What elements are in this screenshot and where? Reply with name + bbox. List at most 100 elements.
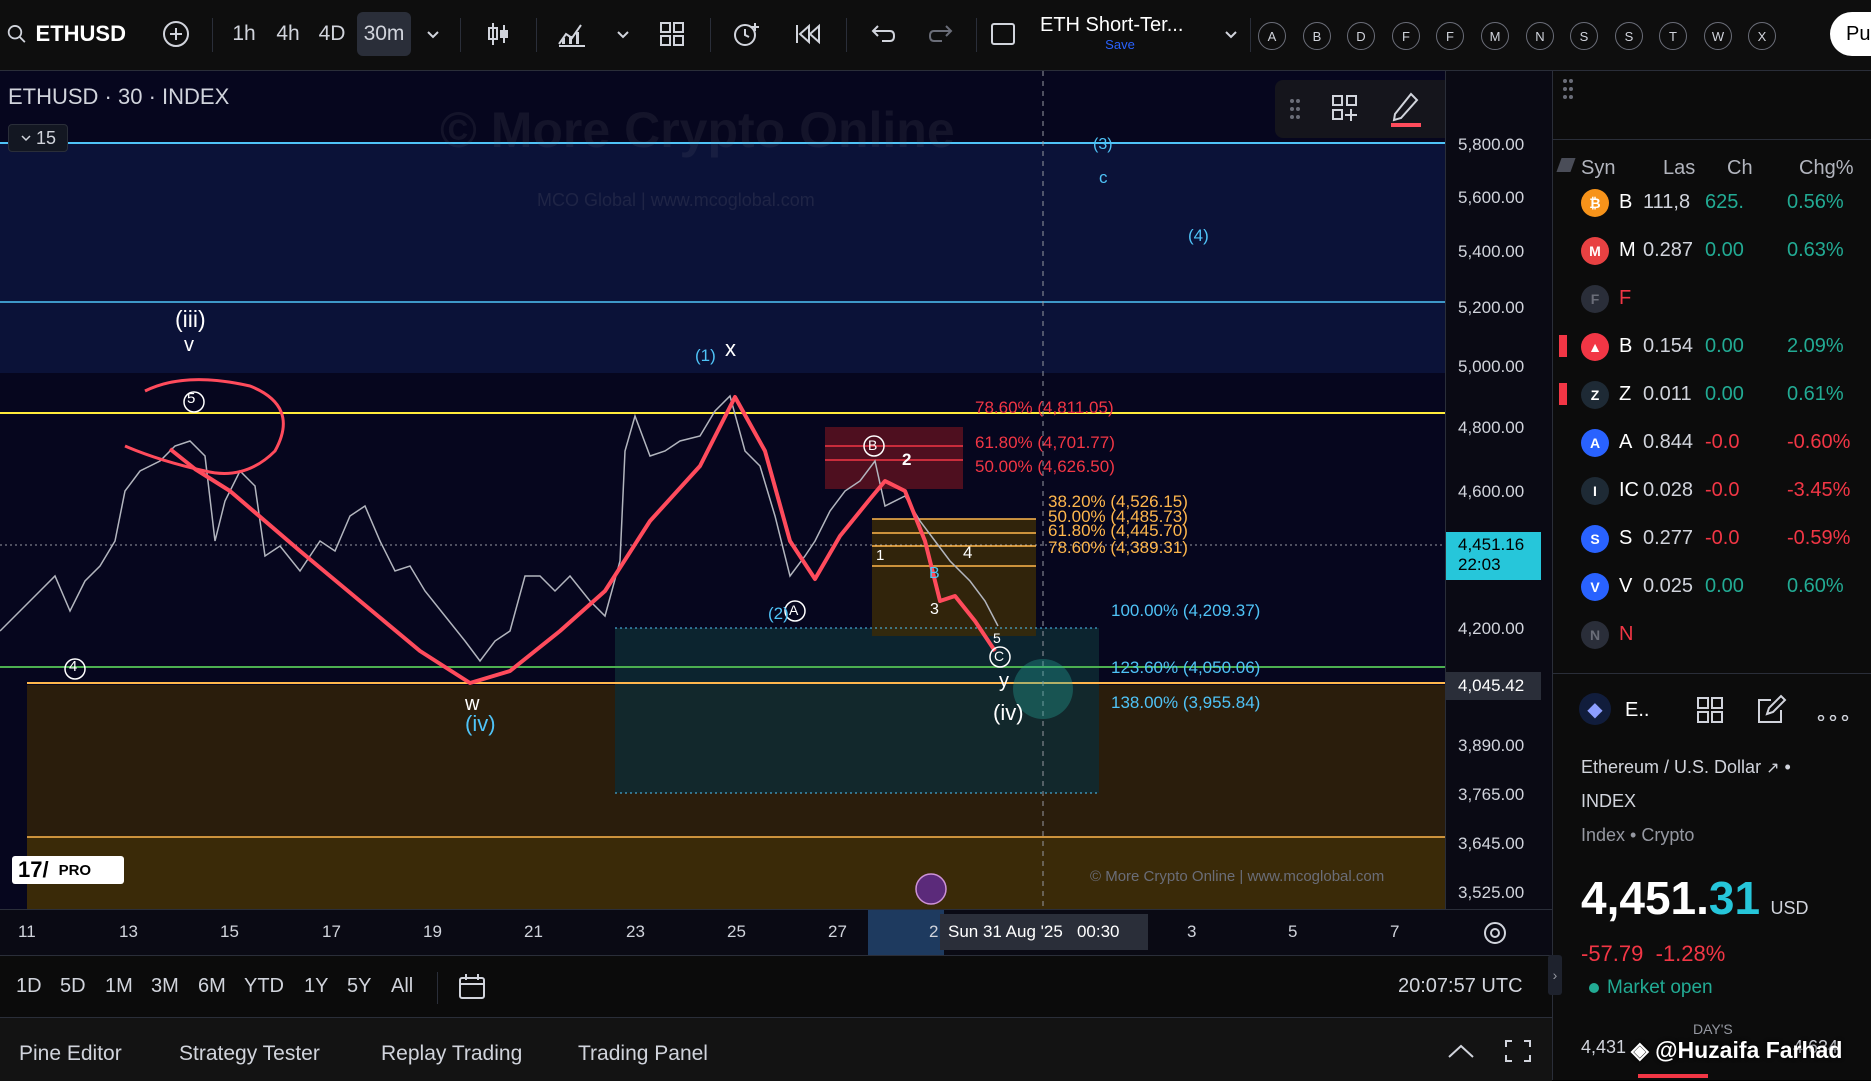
timeframe-4h[interactable]: 4h — [268, 12, 308, 56]
watchlist-row[interactable]: S S 0.277 -0.0 -0.59% — [1559, 515, 1871, 563]
watchlist-shortcut[interactable]: F — [1392, 22, 1420, 50]
redo-button[interactable] — [922, 12, 962, 56]
crosshair-price-tag: 4,045.42 — [1446, 672, 1541, 700]
edit-button[interactable] — [1755, 694, 1787, 731]
collapse-panel-button[interactable] — [1447, 1043, 1475, 1064]
layout-toggle-button[interactable] — [986, 12, 1020, 56]
chart-type-button[interactable] — [478, 12, 518, 56]
video-watermark: ◈ @Huzaifa Farhad — [1631, 1037, 1842, 1064]
column-change-pct[interactable]: Chg% — [1799, 157, 1853, 180]
publish-button[interactable]: Pu — [1830, 12, 1871, 56]
watchlist-shortcut[interactable]: D — [1347, 22, 1375, 50]
watchlist-row[interactable]: FF — [1559, 275, 1871, 323]
flag-icon[interactable] — [1559, 383, 1567, 405]
layout-dropdown[interactable] — [1218, 12, 1244, 56]
change-pct: -1.28% — [1655, 941, 1726, 966]
row-symbol: B — [1619, 335, 1633, 357]
time-label: 3 — [1187, 922, 1197, 941]
watchlist-row[interactable]: A A 0.844 -0.0 -0.60% — [1559, 419, 1871, 467]
row-symbol: IC — [1619, 479, 1639, 501]
templates-button[interactable] — [652, 12, 692, 56]
price-label: 4,800.00 — [1458, 418, 1525, 437]
watchlist-shortcut[interactable]: T — [1659, 22, 1687, 50]
flag-icon[interactable] — [1559, 335, 1567, 357]
layout-title: ETH Short-Ter... — [1040, 14, 1184, 36]
layout-name-button[interactable]: ETH Short-Ter... Save — [1040, 14, 1230, 52]
lightning-marker[interactable] — [915, 873, 947, 905]
indicator-toggle[interactable]: 15 — [8, 124, 68, 152]
undo-button[interactable] — [862, 12, 902, 56]
watchlist-row[interactable]: ▲ B 0.154 0.00 2.09% — [1559, 323, 1871, 371]
price-label: 4,200.00 — [1458, 619, 1525, 638]
watchlist-shortcut[interactable]: B — [1303, 22, 1331, 50]
indicators-button[interactable] — [552, 12, 592, 56]
row-change-pct: 0.56% — [1787, 191, 1844, 213]
indicators-dropdown[interactable] — [610, 12, 636, 56]
tab-strategy-tester[interactable]: Strategy Tester — [179, 1042, 320, 1066]
chart-area[interactable]: © More Crypto Online MCO Global | www.mc… — [0, 71, 1445, 909]
range-5y[interactable]: 5Y — [347, 975, 371, 998]
tab-trading-panel[interactable]: Trading Panel — [578, 1042, 708, 1066]
column-symbol[interactable]: Syn — [1581, 157, 1615, 180]
maximize-panel-button[interactable] — [1504, 1039, 1532, 1068]
time-label: 17 — [322, 922, 341, 941]
range-all[interactable]: All — [391, 975, 413, 998]
watchlist-shortcut[interactable]: F — [1436, 22, 1464, 50]
watchlist-shortcut[interactable]: A — [1258, 22, 1286, 50]
expand-panel-button[interactable]: › — [1548, 955, 1562, 995]
watchlist-row[interactable]: Z Z 0.011 0.00 0.61% — [1559, 371, 1871, 419]
templates-icon[interactable] — [1330, 93, 1360, 128]
layout-button[interactable] — [1695, 695, 1725, 730]
detail-full-name[interactable]: Ethereum / U.S. Dollar ↗ • — [1581, 757, 1791, 778]
column-last[interactable]: Las — [1663, 157, 1695, 180]
range-1d[interactable]: 1D — [16, 975, 42, 998]
red-box — [825, 427, 963, 489]
time-label: 11 — [18, 922, 36, 941]
watchlist-shortcut[interactable]: X — [1748, 22, 1776, 50]
tab-replay-trading[interactable]: Replay Trading — [381, 1042, 522, 1066]
timeframe-4d[interactable]: 4D — [312, 12, 352, 56]
timeframe-dropdown[interactable] — [420, 12, 446, 56]
logo-pro-label: PRO — [58, 861, 92, 879]
symbol-search-button[interactable]: ETHUSD — [6, 12, 126, 56]
range-5d[interactable]: 5D — [60, 975, 86, 998]
range-ytd[interactable]: YTD — [244, 975, 284, 998]
watchlist-shortcut[interactable]: M — [1481, 22, 1509, 50]
line-color-button[interactable] — [1389, 88, 1423, 133]
wave-label: (2) — [768, 604, 789, 623]
timeframe-1h[interactable]: 1h — [224, 12, 264, 56]
watchlist-shortcut[interactable]: S — [1615, 22, 1643, 50]
watchlist-row[interactable]: I IC 0.028 -0.0 -3.45% — [1559, 467, 1871, 515]
range-3m[interactable]: 3M — [151, 975, 179, 998]
replay-button[interactable] — [788, 12, 828, 56]
watchlist-shortcut[interactable]: N — [1526, 22, 1554, 50]
alert-button[interactable] — [726, 12, 766, 56]
utc-clock[interactable]: 20:07:57 UTC — [1398, 975, 1523, 998]
timeframe-30m[interactable]: 30m — [357, 12, 411, 56]
watchlist-row[interactable]: ₿ B 111,8 625. 0.56% — [1559, 179, 1871, 227]
bottom-panel: Pine Editor Strategy Tester Replay Tradi… — [0, 1017, 1552, 1081]
drag-handle-icon[interactable] — [1289, 97, 1301, 126]
range-1m[interactable]: 1M — [105, 975, 133, 998]
go-to-date-button[interactable] — [457, 972, 487, 1007]
column-change[interactable]: Ch — [1727, 157, 1753, 180]
drag-handle-icon[interactable] — [1553, 71, 1593, 131]
time-axis[interactable]: 11 13 15 17 19 21 23 25 27 2 Sun 31 Aug … — [0, 909, 1552, 956]
row-change: 0.00 — [1705, 335, 1744, 357]
watchlist-row[interactable]: V V 0.025 0.00 0.60% — [1559, 563, 1871, 611]
watchlist-shortcut[interactable]: S — [1570, 22, 1598, 50]
compare-symbol-button[interactable] — [158, 12, 194, 56]
watchlist-shortcut[interactable]: W — [1704, 22, 1732, 50]
tab-pine-editor[interactable]: Pine Editor — [19, 1042, 122, 1066]
watchlist-row[interactable]: NN — [1559, 611, 1871, 659]
watchlist-row[interactable]: M M 0.287 0.00 0.63% — [1559, 227, 1871, 275]
range-6m[interactable]: 6M — [198, 975, 226, 998]
row-last: 0.844 — [1643, 431, 1694, 453]
chevron-down-icon — [427, 31, 439, 39]
more-options-button[interactable] — [1817, 708, 1849, 726]
separator — [536, 18, 537, 52]
range-1y[interactable]: 1Y — [304, 975, 328, 998]
axis-settings-button[interactable] — [1482, 920, 1508, 951]
external-link-icon: ↗ — [1766, 760, 1780, 777]
price-axis[interactable]: 5,800.00 5,600.00 5,400.00 5,200.00 5,00… — [1445, 71, 1553, 909]
